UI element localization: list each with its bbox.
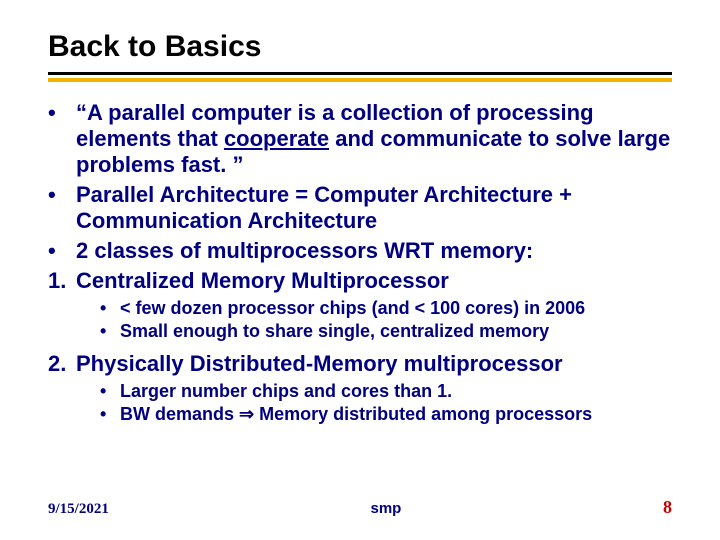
bullet-arch-text: Parallel Architecture = Computer Archite… (76, 182, 672, 234)
numbered-distributed-text: Physically Distributed-Memory multiproce… (76, 351, 672, 377)
sub-item-text: < few dozen processor chips (and < 100 c… (120, 298, 672, 320)
footer-date: 9/15/2021 (48, 501, 109, 518)
bullet-arch: • Parallel Architecture = Computer Archi… (48, 182, 672, 234)
bullet-classes-text: 2 classes of multiprocessors WRT memory: (76, 238, 672, 264)
numbered-centralized-text: Centralized Memory Multiprocessor (76, 268, 672, 294)
footer: 9/15/2021 smp 8 (48, 497, 672, 518)
sub-item: • BW demands ⇒ Memory distributed among … (100, 404, 672, 426)
bullet-dot-icon: • (48, 182, 76, 234)
quote-underline: cooperate (224, 126, 329, 151)
number-marker-1: 1. (48, 268, 76, 294)
footer-page: 8 (663, 497, 672, 518)
bullet-dot-icon: • (100, 298, 120, 320)
bullet-classes: • 2 classes of multiprocessors WRT memor… (48, 238, 672, 264)
bullet-dot-icon: • (48, 238, 76, 264)
rule-gold (48, 78, 672, 82)
sub-list-centralized: • < few dozen processor chips (and < 100… (100, 298, 672, 343)
main-list-continued: 2. Physically Distributed-Memory multipr… (48, 351, 672, 377)
sub-item-text: Small enough to share single, centralize… (120, 321, 672, 343)
numbered-centralized: 1. Centralized Memory Multiprocessor (48, 268, 672, 294)
sub-item-text: Larger number chips and cores than 1. (120, 381, 672, 403)
bullet-quote: • “A parallel computer is a collection o… (48, 100, 672, 178)
sub-item: • Larger number chips and cores than 1. (100, 381, 672, 403)
sub-item-text: BW demands ⇒ Memory distributed among pr… (120, 404, 672, 426)
sub-list-distributed: • Larger number chips and cores than 1. … (100, 381, 672, 426)
page-title: Back to Basics (48, 30, 672, 64)
bullet-dot-icon: • (100, 321, 120, 343)
main-list: • “A parallel computer is a collection o… (48, 100, 672, 294)
number-marker-2: 2. (48, 351, 76, 377)
bullet-dot-icon: • (100, 404, 120, 426)
rule-dark (48, 72, 672, 75)
numbered-distributed: 2. Physically Distributed-Memory multipr… (48, 351, 672, 377)
bullet-dot-icon: • (100, 381, 120, 403)
footer-mid: smp (371, 500, 402, 517)
sub-item: • < few dozen processor chips (and < 100… (100, 298, 672, 320)
bullet-quote-text: “A parallel computer is a collection of … (76, 100, 672, 178)
bullet-dot-icon: • (48, 100, 76, 178)
sub-item: • Small enough to share single, centrali… (100, 321, 672, 343)
slide: Back to Basics • “A parallel computer is… (0, 0, 720, 540)
